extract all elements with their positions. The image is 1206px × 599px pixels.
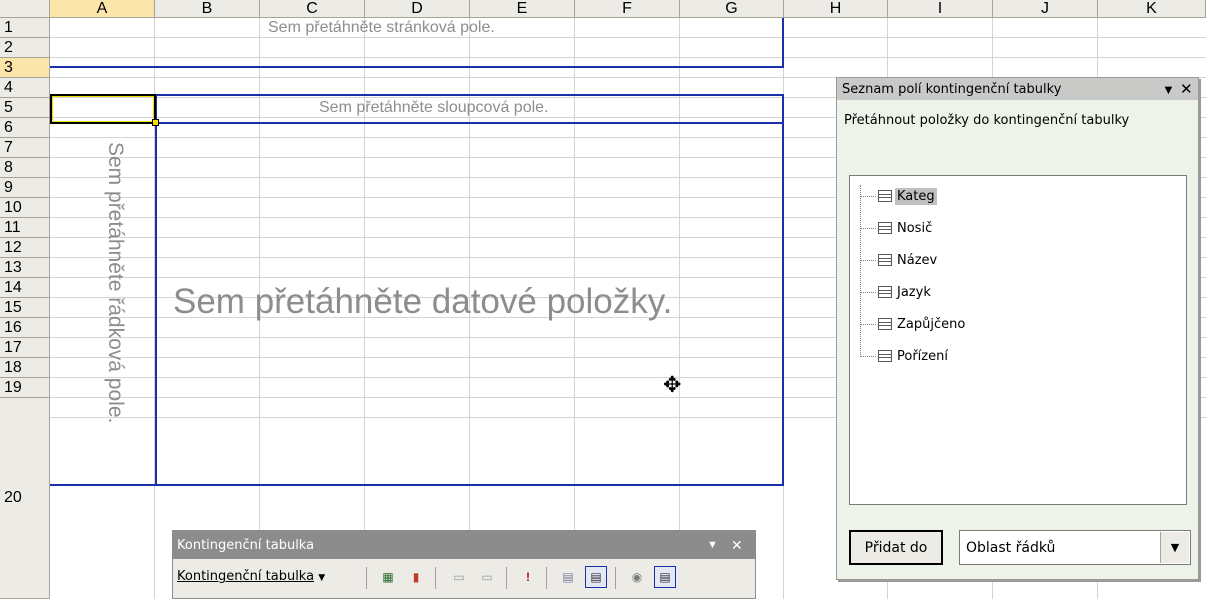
field-item[interactable]: Zapůjčeno — [860, 314, 967, 334]
field-tree[interactable]: Kateg Nosič Název Jazyk Zapůjčeno Pořízení — [849, 175, 1187, 505]
pivot-menu-label: Kontingenční tabulka — [177, 569, 315, 584]
row-fields-hint: Sem přetáhněte řádková pole. — [104, 142, 127, 424]
tree-connector — [860, 355, 876, 357]
row-header-13[interactable]: 13 — [0, 258, 50, 278]
close-icon[interactable]: ✕ — [731, 534, 743, 556]
chevron-down-icon[interactable]: ▼ — [1162, 78, 1175, 100]
row-header-14[interactable]: 14 — [0, 278, 50, 298]
pivot-field-list-pane[interactable]: Seznam polí kontingenční tabulky ▼ ✕ Pře… — [836, 77, 1199, 580]
include-hidden-items-icon[interactable]: ▤ — [557, 566, 579, 588]
row-header-19[interactable]: 19 — [0, 378, 50, 398]
row-header-4[interactable]: 4 — [0, 78, 50, 98]
row-area-bottom-edge — [50, 484, 157, 486]
row-header-3[interactable]: 3 — [0, 58, 50, 78]
field-label: Jazyk — [897, 284, 931, 300]
row-header-7[interactable]: 7 — [0, 138, 50, 158]
column-header-j[interactable]: J — [993, 0, 1098, 18]
row-header-10[interactable]: 10 — [0, 198, 50, 218]
toolbar-separator — [366, 567, 367, 589]
chevron-down-icon[interactable]: ▼ — [1160, 532, 1189, 563]
toolbar-title-text: Kontingenční tabulka — [177, 537, 315, 553]
field-icon — [878, 350, 892, 362]
field-label: Kateg — [895, 187, 937, 205]
field-icon — [878, 222, 892, 234]
column-header-g[interactable]: G — [680, 0, 784, 18]
column-header-k[interactable]: K — [1098, 0, 1206, 18]
field-item[interactable]: Pořízení — [860, 346, 950, 366]
hide-detail-icon[interactable]: ▭ — [448, 566, 470, 588]
refresh-data-icon[interactable]: ! — [517, 566, 539, 588]
tree-connector — [860, 227, 876, 229]
field-label: Nosič — [897, 220, 933, 236]
field-list-title[interactable]: Seznam polí kontingenční tabulky — [837, 78, 1198, 100]
column-header-h[interactable]: H — [784, 0, 888, 18]
page-fields-drop-zone[interactable] — [50, 38, 784, 68]
column-header-a[interactable]: A — [50, 0, 155, 18]
row-header-17[interactable]: 17 — [0, 338, 50, 358]
field-icon — [878, 286, 892, 298]
field-label: Pořízení — [897, 348, 948, 364]
page-fields-hint: Sem přetáhněte stránková pole. — [268, 19, 495, 36]
data-items-hint: Sem přetáhněte datové položky. — [173, 282, 673, 321]
field-item[interactable]: Nosič — [860, 218, 934, 238]
row-header-5[interactable]: 5 — [0, 98, 50, 118]
row-header-15[interactable]: 15 — [0, 298, 50, 318]
row-header-1[interactable]: 1 — [0, 18, 50, 38]
close-icon[interactable]: ✕ — [1180, 78, 1193, 100]
column-fields-hint: Sem přetáhněte sloupcová pole. — [319, 99, 549, 116]
column-header-f[interactable]: F — [575, 0, 680, 18]
row-header-20[interactable]: 20 — [0, 398, 50, 599]
field-list-hint: Přetáhnout položky do kontingenční tabul… — [844, 113, 1130, 128]
field-label: Název — [897, 252, 938, 268]
row-header-6[interactable]: 6 — [0, 118, 50, 138]
toolbar-separator — [615, 567, 616, 589]
add-to-button[interactable]: Přidat do — [849, 530, 943, 565]
tree-connector — [860, 323, 876, 325]
chevron-down-icon: ▼ — [318, 573, 326, 583]
fill-handle[interactable] — [152, 119, 159, 126]
column-header-c[interactable]: C — [260, 0, 365, 18]
chevron-down-icon[interactable]: ▼ — [707, 534, 718, 556]
pivot-table-toolbar[interactable]: Kontingenční tabulka ▼ ✕ Kontingenční ta… — [172, 530, 756, 599]
field-icon — [878, 190, 892, 202]
field-icon — [878, 318, 892, 330]
field-settings-icon[interactable]: ◉ — [626, 566, 648, 588]
format-report-icon[interactable]: ▦ — [377, 566, 399, 588]
tree-connector — [860, 195, 876, 197]
toolbar-separator — [506, 567, 507, 589]
column-header-i[interactable]: I — [888, 0, 993, 18]
tree-connector — [860, 291, 876, 293]
toolbar-separator — [435, 567, 436, 589]
row-header-18[interactable]: 18 — [0, 358, 50, 378]
row-header-16[interactable]: 16 — [0, 318, 50, 338]
pivot-table-menu-button[interactable]: Kontingenční tabulka ▼ — [177, 569, 325, 584]
row-header-2[interactable]: 2 — [0, 38, 50, 58]
toolbar-separator — [546, 567, 547, 589]
row-header-11[interactable]: 11 — [0, 218, 50, 238]
select-all-corner[interactable] — [0, 0, 50, 18]
page-area-right-edge — [782, 18, 784, 68]
column-header-b[interactable]: B — [155, 0, 260, 18]
field-item[interactable]: Jazyk — [860, 282, 933, 302]
row-header-9[interactable]: 9 — [0, 178, 50, 198]
field-list-title-text: Seznam polí kontingenční tabulky — [842, 81, 1062, 97]
area-select-value: Oblast řádků — [966, 539, 1056, 556]
always-display-items-icon[interactable]: ▤ — [585, 566, 607, 588]
active-cell-inner — [52, 96, 154, 122]
chart-wizard-icon[interactable]: ▮ — [405, 566, 427, 588]
row-header-8[interactable]: 8 — [0, 158, 50, 178]
column-header-d[interactable]: D — [365, 0, 470, 18]
column-header-e[interactable]: E — [470, 0, 575, 18]
field-item[interactable]: Kateg — [860, 186, 937, 206]
area-select[interactable]: Oblast řádků ▼ — [959, 530, 1191, 565]
toolbar-title[interactable]: Kontingenční tabulka — [173, 531, 755, 559]
cross-cursor-icon: ✥ — [663, 372, 682, 397]
tree-connector — [860, 259, 876, 261]
field-label: Zapůjčeno — [897, 316, 966, 332]
field-icon — [878, 254, 892, 266]
row-header-12[interactable]: 12 — [0, 238, 50, 258]
field-item[interactable]: Název — [860, 250, 939, 270]
show-field-list-icon[interactable]: ▤ — [654, 566, 676, 588]
show-detail-icon[interactable]: ▭ — [476, 566, 498, 588]
